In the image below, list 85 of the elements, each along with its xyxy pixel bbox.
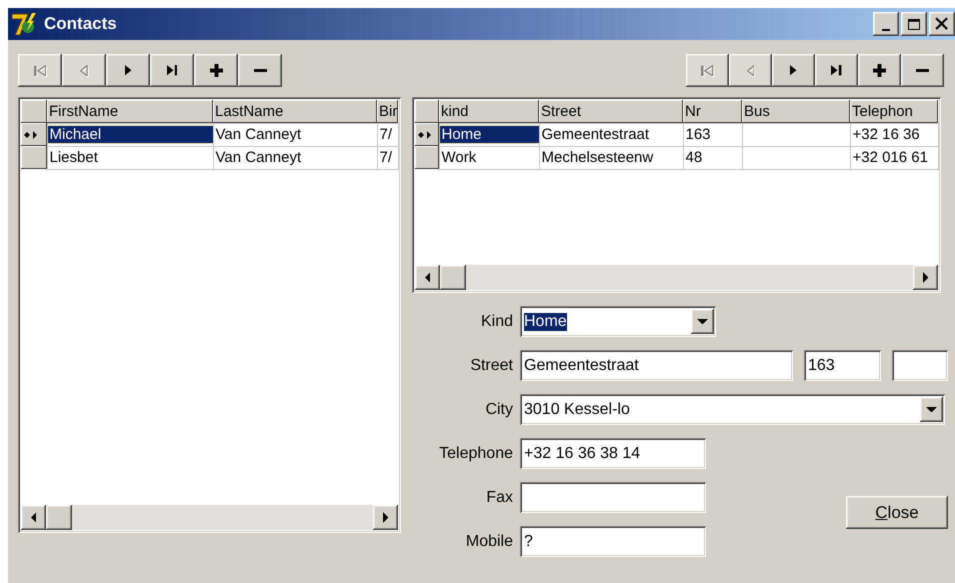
city-dropdown[interactable]: 3010 Kessel-lo — [520, 394, 945, 425]
right-arrow-icon — [382, 512, 388, 523]
last-button[interactable] — [815, 54, 858, 87]
last-record-icon — [831, 65, 842, 76]
row-indicator[interactable] — [21, 123, 47, 146]
input-field[interactable] — [520, 482, 706, 513]
minus-icon — [254, 68, 266, 72]
insert-button[interactable] — [858, 54, 901, 87]
input-field[interactable]: ? — [520, 526, 706, 557]
field-label: Street — [469, 356, 513, 374]
last-button[interactable] — [150, 54, 194, 87]
table-cell[interactable]: Liesbet — [47, 146, 213, 169]
delete-button[interactable] — [901, 54, 944, 87]
dropdown-arrow-icon — [926, 406, 937, 412]
header-corner — [415, 100, 439, 123]
field-label: City — [484, 400, 513, 418]
next-button[interactable] — [772, 54, 815, 87]
right-arrow-icon — [922, 272, 928, 283]
next-record-icon — [124, 65, 132, 76]
column-header[interactable]: Nr — [683, 100, 742, 123]
close-button[interactable] — [929, 12, 955, 36]
table-cell[interactable]: +32 016 61 — [850, 146, 938, 169]
house-number-field[interactable]: 163 — [804, 350, 881, 381]
row-indicator[interactable] — [415, 146, 439, 169]
field-label: Kind — [480, 312, 513, 330]
table-cell[interactable] — [742, 146, 850, 169]
column-header[interactable]: Street — [539, 100, 683, 123]
close-icon — [935, 17, 949, 31]
table-cell[interactable]: Van Canneyt — [213, 123, 377, 146]
left-arrow-icon — [424, 272, 430, 283]
scroll-left-button[interactable] — [415, 265, 440, 290]
table-cell[interactable]: 163 — [683, 123, 742, 146]
scroll-right-button[interactable] — [913, 265, 938, 290]
bus-field[interactable] — [892, 350, 948, 381]
minimize-button[interactable] — [873, 12, 899, 36]
scroll-thumb[interactable] — [46, 505, 72, 530]
prior-record-icon — [746, 64, 754, 76]
maximize-button[interactable] — [901, 12, 927, 36]
current-row-icon — [418, 130, 431, 138]
first-record-icon — [34, 64, 46, 76]
column-header[interactable]: kind — [439, 100, 539, 123]
next-record-icon — [790, 65, 797, 76]
minimize-icon — [882, 28, 890, 31]
minus-icon — [916, 68, 929, 72]
plus-icon — [873, 64, 886, 77]
table-cell[interactable]: Home — [439, 123, 539, 146]
close-button[interactable]: Close — [846, 496, 948, 529]
prior-record-icon — [80, 64, 88, 76]
table-cell[interactable]: 7/ — [377, 123, 398, 146]
field-label: Mobile — [464, 532, 513, 550]
field-label: Fax — [485, 488, 513, 506]
table-cell[interactable]: 7/ — [377, 146, 398, 169]
current-row-icon — [24, 130, 37, 138]
column-header[interactable]: FirstName — [47, 100, 213, 123]
plus-icon — [210, 64, 222, 77]
window-title: Contacts — [44, 14, 118, 34]
column-header[interactable]: Telephon — [850, 100, 938, 123]
delete-button[interactable] — [238, 54, 282, 87]
maximize-icon — [908, 18, 920, 30]
row-indicator[interactable] — [415, 123, 439, 146]
column-header[interactable]: LastName — [213, 100, 377, 123]
header-corner — [21, 100, 47, 123]
table-cell[interactable]: Gemeentestraat — [539, 123, 683, 146]
last-record-icon — [166, 65, 178, 76]
dropdown-arrow-icon — [697, 318, 708, 324]
input-field[interactable]: +32 16 36 38 14 — [520, 438, 706, 469]
left-arrow-icon — [30, 512, 36, 523]
column-header[interactable]: Bus — [742, 100, 850, 123]
scroll-right-button[interactable] — [373, 505, 398, 530]
table-cell[interactable]: Van Canneyt — [213, 146, 377, 169]
first-record-icon — [701, 64, 714, 76]
street-field[interactable]: Gemeentestraat — [520, 350, 793, 381]
next-button[interactable] — [106, 54, 150, 87]
insert-button[interactable] — [194, 54, 238, 87]
table-cell[interactable] — [742, 123, 850, 146]
table-cell[interactable]: Work — [439, 146, 539, 169]
table-cell[interactable]: Michael — [47, 123, 213, 146]
scroll-thumb[interactable] — [440, 265, 466, 290]
table-cell[interactable]: 48 — [683, 146, 742, 169]
field-label: Telephone — [438, 444, 513, 462]
table-cell[interactable]: Mechelsesteenw — [539, 146, 683, 169]
table-cell[interactable]: +32 16 36 — [850, 123, 938, 146]
scroll-left-button[interactable] — [21, 505, 46, 530]
row-indicator[interactable] — [21, 146, 47, 169]
kind-dropdown[interactable]: Home — [520, 306, 716, 337]
